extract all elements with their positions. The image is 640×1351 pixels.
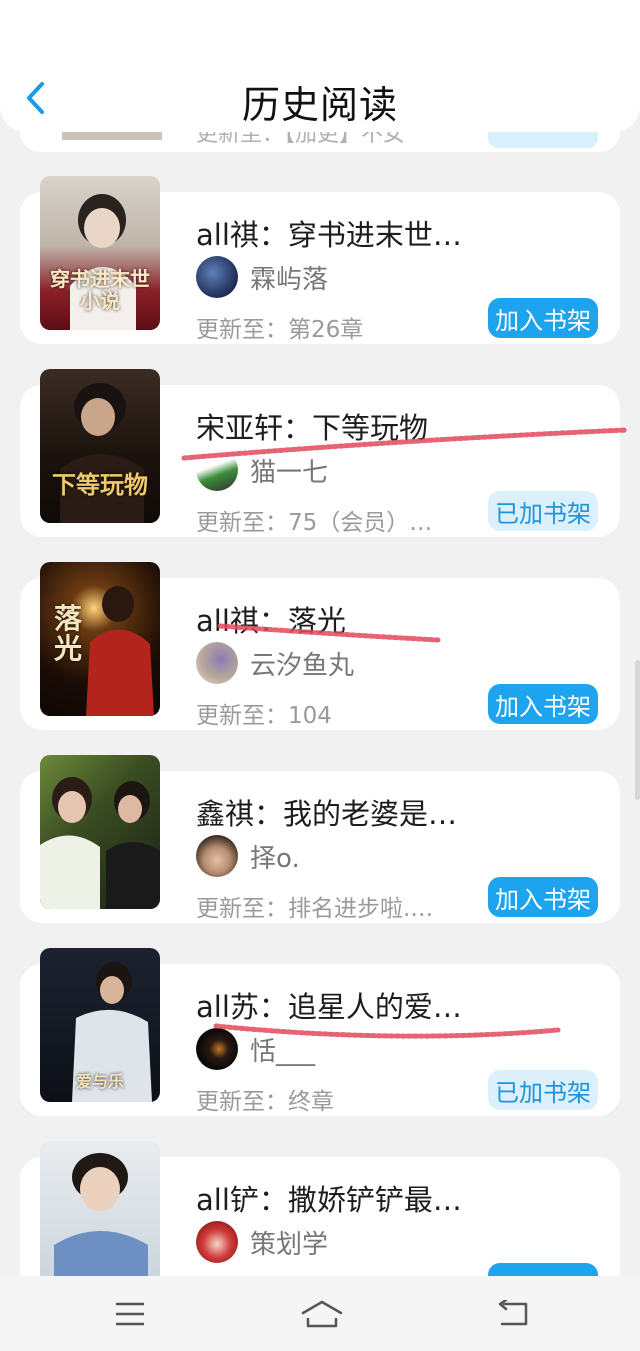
update-text: 更新至：排名进步啦.… — [196, 896, 434, 922]
cover-figure-icon — [54, 1153, 148, 1295]
author-name: 择o. — [250, 843, 300, 874]
menu-button[interactable] — [108, 1292, 152, 1336]
author-name: 云汐鱼丸 — [250, 650, 355, 681]
book-title: all苏：追星人的爱… — [196, 990, 462, 1024]
list-item[interactable]: 穿书进末世小说 all祺：穿书进末世… 霖屿落 更新至：第26章 加入书架 — [20, 176, 620, 344]
author-avatar — [196, 642, 238, 684]
author-avatar — [196, 1221, 238, 1263]
cover-title: 落光 — [53, 602, 82, 665]
author-row: 霖屿落 — [196, 256, 328, 298]
added-to-shelf-button[interactable]: 已加书架 — [488, 1070, 598, 1110]
add-to-shelf-button[interactable]: 加入书架 — [488, 298, 598, 338]
back-nav-button[interactable] — [491, 1292, 535, 1336]
system-nav-bar — [0, 1276, 640, 1351]
author-row: 择o. — [196, 835, 300, 877]
home-button[interactable] — [300, 1292, 344, 1336]
cover-title: 爱与乐 — [75, 1072, 124, 1091]
book-cover[interactable]: 穿书进末世小说 — [40, 176, 160, 330]
cover-title: 下等玩物 — [52, 470, 148, 499]
home-icon — [301, 1300, 342, 1327]
update-text: 更新至：104 — [196, 703, 332, 729]
author-avatar — [196, 1028, 238, 1070]
author-avatar — [196, 449, 238, 491]
author-avatar — [196, 256, 238, 298]
update-text: 更新至：75（会员）… — [196, 510, 433, 536]
author-row: 猫一七 — [196, 449, 328, 491]
update-text: 更新至：第26章 — [196, 317, 364, 343]
list-item[interactable]: 鑫祺：我的老婆是… 择o. 更新至：排名进步啦.… 加入书架 — [20, 755, 620, 923]
author-avatar — [196, 835, 238, 877]
scroll-indicator[interactable] — [635, 660, 640, 800]
cover-title: 穿书进末世小说 — [50, 267, 150, 313]
list-item[interactable]: 落光 all祺：落光 云汐鱼丸 更新至：104 加入书架 — [20, 562, 620, 730]
author-name: 猫一七 — [250, 457, 329, 488]
added-to-shelf-button[interactable]: 已加书架 — [488, 491, 598, 531]
book-cover[interactable]: 下等玩物 — [40, 369, 160, 523]
author-row: 云汐鱼丸 — [196, 642, 354, 684]
list-item[interactable]: 下等玩物 宋亚轩：下等玩物 猫一七 更新至：75（会员）… 已加书架 — [20, 369, 620, 537]
author-row: 策划学 — [196, 1221, 328, 1263]
book-cover[interactable]: 爱与乐 — [40, 948, 160, 1102]
add-to-shelf-button[interactable]: 加入书架 — [488, 877, 598, 917]
menu-icon — [116, 1302, 144, 1325]
author-name: 霖屿落 — [250, 264, 329, 295]
book-title: all铲：撒娇铲铲最… — [196, 1183, 462, 1217]
update-text: 更新至：终章 — [196, 1089, 334, 1115]
return-icon — [498, 1299, 528, 1325]
list-item[interactable]: 爱与乐 all苏：追星人的爱… 恬___ 更新至：终章 已加书架 — [20, 948, 620, 1116]
author-name: 策划学 — [250, 1229, 329, 1260]
book-cover[interactable]: 落光 — [40, 562, 160, 716]
book-title: 鑫祺：我的老婆是… — [196, 797, 458, 831]
cover-figure-icon — [40, 777, 160, 909]
author-name: 恬___ — [250, 1036, 316, 1067]
book-cover[interactable] — [40, 1141, 160, 1295]
page-title: 历史阅读 — [241, 83, 398, 127]
author-row: 恬___ — [196, 1028, 315, 1070]
top-app-bar: 历史阅读 — [0, 0, 640, 132]
book-title: all祺：落光 — [196, 604, 346, 638]
add-to-shelf-button[interactable]: 加入书架 — [488, 684, 598, 724]
book-title: 宋亚轩：下等玩物 — [196, 411, 429, 445]
book-title: all祺：穿书进末世… — [196, 218, 462, 252]
book-cover[interactable] — [40, 755, 160, 909]
